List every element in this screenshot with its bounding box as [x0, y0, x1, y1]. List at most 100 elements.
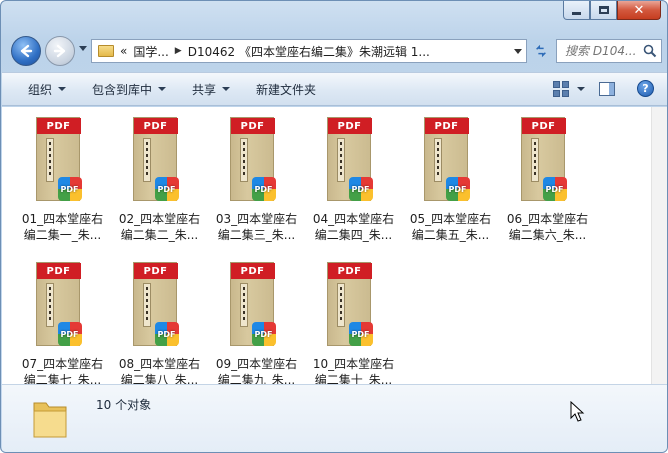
pdf-label: PDF	[133, 263, 178, 279]
pdf-label: PDF	[36, 118, 81, 134]
pdf-app-icon: PDF	[542, 177, 567, 201]
search-box[interactable]	[556, 39, 662, 63]
refresh-button[interactable]	[529, 39, 553, 63]
file-name: 04_四本堂座右 编二集四_朱...	[306, 211, 401, 243]
file-item[interactable]: PDF PDF 08_四本堂座右 编二集八_朱...	[111, 258, 208, 395]
pdf-thumbnail: PDF PDF	[326, 262, 381, 352]
pdf-thumbnail: PDF PDF	[35, 117, 90, 207]
pdf-app-icon: PDF	[57, 322, 82, 346]
file-name-line2: 编二集三_朱...	[217, 228, 296, 242]
file-item[interactable]: PDF PDF 04_四本堂座右 编二集四_朱...	[305, 113, 402, 250]
folder-icon	[98, 45, 114, 57]
file-name-line2: 编二集四_朱...	[314, 228, 393, 242]
title-strip	[336, 283, 345, 327]
change-view-icon[interactable]	[553, 80, 569, 97]
pdf-label: PDF	[133, 118, 178, 134]
file-name: 06_四本堂座右 编二集六_朱...	[500, 211, 595, 243]
minimize-button[interactable]	[563, 1, 590, 20]
file-name-line2: 编二集六_朱...	[508, 228, 587, 242]
pdf-label: PDF	[521, 118, 566, 134]
file-name: 05_四本堂座右 编二集五_朱...	[403, 211, 498, 243]
pdf-label: PDF	[327, 263, 372, 279]
arrow-left-icon	[20, 44, 33, 58]
breadcrumb-item-parent[interactable]: 国学...	[133, 43, 168, 60]
include-in-library-button[interactable]: 包含到库中	[92, 81, 167, 98]
forward-button[interactable]	[45, 36, 75, 66]
search-icon[interactable]	[643, 44, 657, 58]
view-options-chevron-down-icon[interactable]	[577, 86, 585, 91]
maximize-icon	[598, 6, 609, 14]
file-name-line2: 编二集二_朱...	[120, 228, 199, 242]
pdf-app-icon: PDF	[154, 322, 179, 346]
search-input[interactable]	[565, 44, 641, 58]
file-item[interactable]: PDF PDF 10_四本堂座右 编二集十_朱...	[305, 258, 402, 395]
file-name-line1: 01_四本堂座右	[21, 212, 104, 226]
pdf-label: PDF	[230, 263, 275, 279]
vertical-scrollbar[interactable]	[651, 107, 667, 384]
close-button[interactable]: ✕	[617, 1, 661, 20]
pdf-app-icon: PDF	[154, 177, 179, 201]
item-count: 10 个对象	[96, 398, 152, 412]
refresh-icon	[536, 44, 546, 58]
title-strip	[530, 138, 539, 182]
chevron-right-icon[interactable]: ▶	[175, 46, 182, 56]
file-item[interactable]: PDF PDF 06_四本堂座右 编二集六_朱...	[499, 113, 596, 250]
breadcrumb-item-current[interactable]: D10462 《四本堂座右编二集》朱潮远辑 1...	[188, 43, 430, 60]
pdf-app-icon: PDF	[348, 322, 373, 346]
pdf-app-icon: PDF	[57, 177, 82, 201]
file-name-line1: 03_四本堂座右	[215, 212, 298, 226]
close-icon: ✕	[633, 2, 645, 18]
arrow-right-icon	[53, 44, 66, 58]
back-button[interactable]	[11, 36, 41, 66]
title-strip	[336, 138, 345, 182]
chevron-down-icon	[222, 87, 231, 91]
file-grid: PDF PDF 01_四本堂座右 编二集一_朱... PDF PDF 02_四本堂座右 编二集…	[14, 113, 594, 395]
help-icon[interactable]: ?	[637, 80, 654, 97]
pdf-thumbnail: PDF PDF	[132, 117, 187, 207]
file-name-line2: 编二集五_朱...	[411, 228, 490, 242]
organize-button[interactable]: 组织	[28, 81, 67, 98]
share-button[interactable]: 共享	[192, 81, 231, 98]
pdf-label: PDF	[36, 263, 81, 279]
pdf-thumbnail: PDF PDF	[229, 262, 284, 352]
details-pane: 10 个对象	[2, 384, 667, 452]
file-item[interactable]: PDF PDF 07_四本堂座右 编二集七_朱...	[14, 258, 111, 395]
file-list-area: PDF PDF 01_四本堂座右 编二集一_朱... PDF PDF 02_四本堂座右 编二集…	[2, 107, 667, 387]
file-name: 01_四本堂座右 编二集一_朱...	[15, 211, 110, 243]
file-name-line1: 05_四本堂座右	[409, 212, 492, 226]
pdf-label: PDF	[424, 118, 469, 134]
pdf-label: PDF	[327, 118, 372, 134]
command-bar: 组织 包含到库中 共享 新建文件夹 ?	[2, 72, 667, 106]
pdf-app-icon: PDF	[251, 177, 276, 201]
maximize-button[interactable]	[590, 1, 617, 20]
file-item[interactable]: PDF PDF 02_四本堂座右 编二集二_朱...	[111, 113, 208, 250]
address-bar[interactable]: « 国学... ▶ D10462 《四本堂座右编二集》朱潮远辑 1...	[91, 39, 527, 63]
recent-pages-chevron-down-icon[interactable]	[79, 46, 87, 51]
minimize-icon	[572, 11, 581, 15]
pdf-thumbnail: PDF PDF	[520, 117, 575, 207]
file-item[interactable]: PDF PDF 09_四本堂座右 编二集九_朱...	[208, 258, 305, 395]
new-folder-label: 新建文件夹	[256, 82, 317, 97]
pdf-thumbnail: PDF PDF	[35, 262, 90, 352]
file-name-line2: 编二集一_朱...	[23, 228, 102, 242]
title-strip	[142, 283, 151, 327]
preview-pane-icon[interactable]	[599, 81, 615, 96]
title-strip	[142, 138, 151, 182]
file-item[interactable]: PDF PDF 03_四本堂座右 编二集三_朱...	[208, 113, 305, 250]
pdf-thumbnail: PDF PDF	[326, 117, 381, 207]
title-strip	[45, 283, 54, 327]
mouse-cursor-icon	[570, 401, 585, 422]
file-item[interactable]: PDF PDF 05_四本堂座右 编二集五_朱...	[402, 113, 499, 250]
file-name-line1: 04_四本堂座右	[312, 212, 395, 226]
folder-icon	[33, 402, 67, 438]
breadcrumb-overflow[interactable]: «	[120, 44, 127, 58]
file-name-line1: 10_四本堂座右	[312, 357, 395, 371]
chevron-down-icon	[58, 87, 67, 91]
pdf-thumbnail: PDF PDF	[132, 262, 187, 352]
file-item[interactable]: PDF PDF 01_四本堂座右 编二集一_朱...	[14, 113, 111, 250]
new-folder-button[interactable]: 新建文件夹	[256, 81, 316, 98]
pdf-app-icon: PDF	[445, 177, 470, 201]
file-name: 03_四本堂座右 编二集三_朱...	[209, 211, 304, 243]
address-history-chevron-down-icon[interactable]	[514, 49, 522, 54]
pdf-thumbnail: PDF PDF	[229, 117, 284, 207]
